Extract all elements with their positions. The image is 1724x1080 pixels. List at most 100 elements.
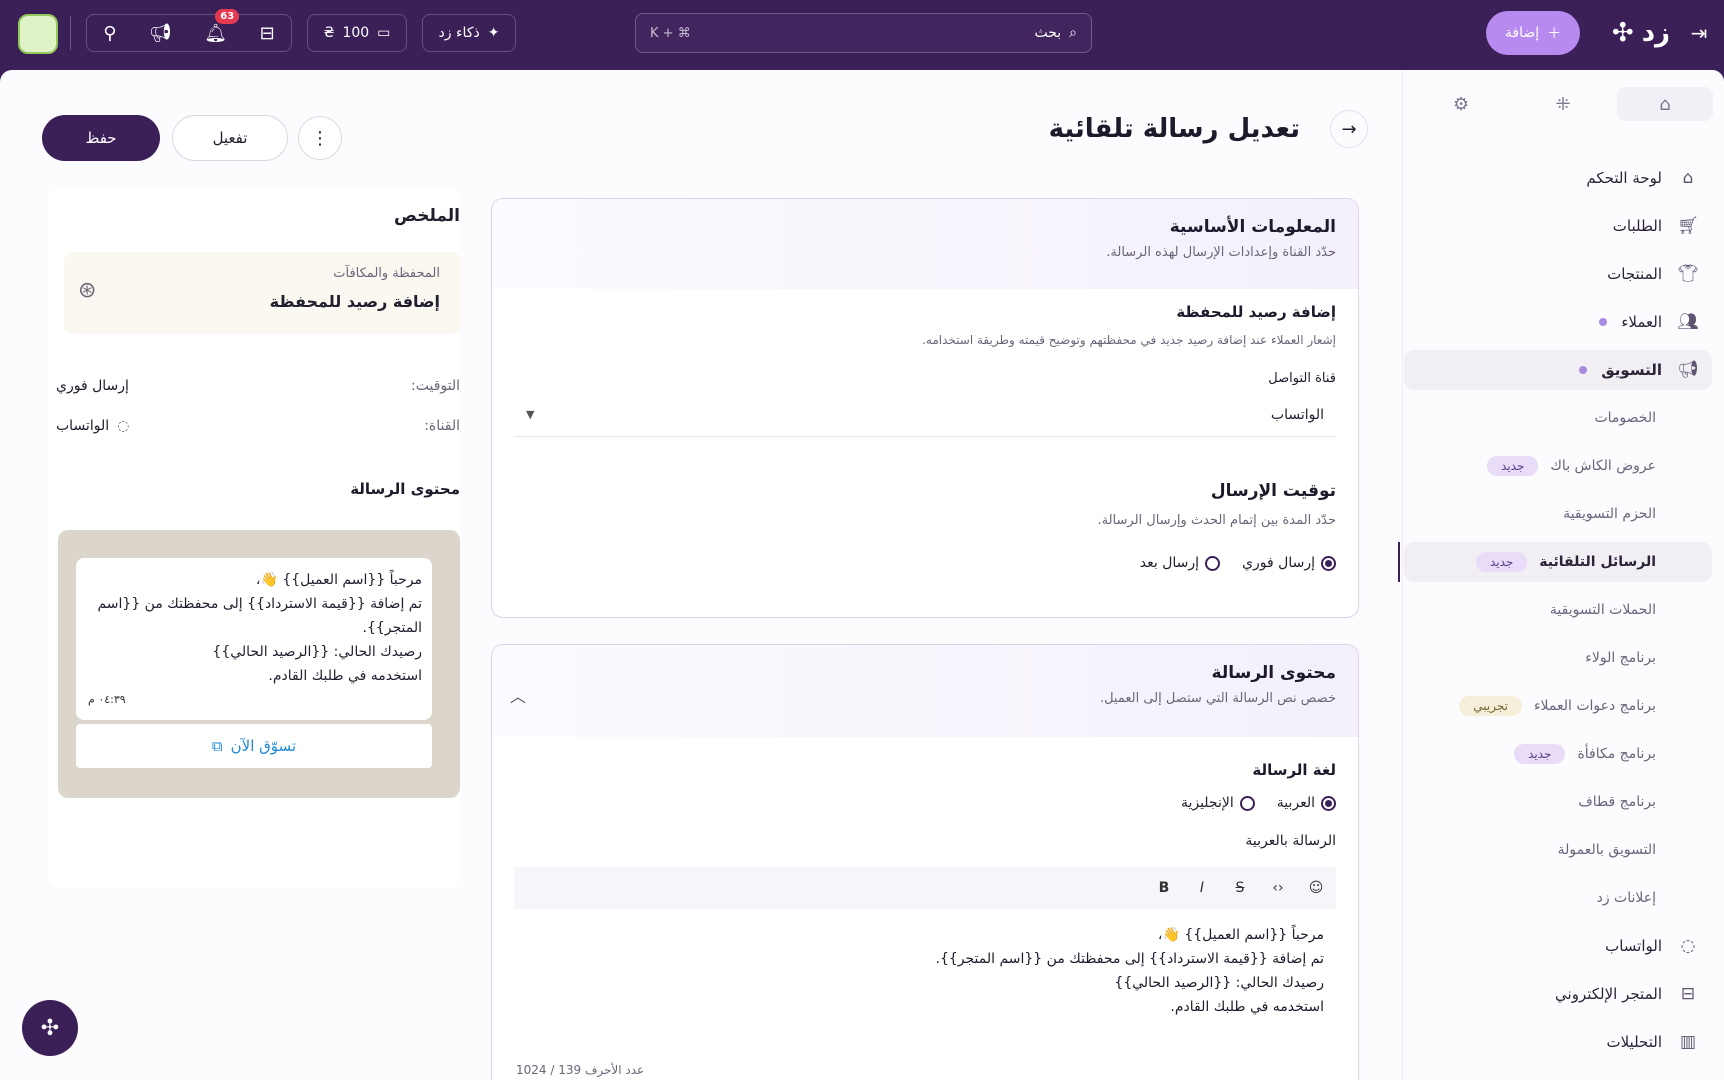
strikethrough-icon[interactable]: S [1230, 880, 1250, 896]
collapse-sidebar-icon[interactable]: ⇥ [1684, 18, 1714, 48]
code-icon[interactable]: ‹› [1268, 880, 1288, 896]
points-button[interactable]: ▭ 100 ₴ [307, 14, 407, 52]
brand[interactable]: زد ✣ [1612, 12, 1670, 54]
sidebar-item-marketing[interactable]: 📢︎ التسويق [1404, 350, 1712, 390]
summary-event: إضافة رصيد للمحفظة [269, 292, 440, 311]
message-arabic-label: الرسالة بالعربية [1245, 833, 1336, 849]
new-badge: جديد [1487, 456, 1539, 476]
sidebar-sub-zid-ads[interactable]: إعلانات زد [1404, 878, 1712, 918]
apps-tab-icon[interactable]: ⁜ [1515, 87, 1611, 121]
add-button[interactable]: ＋ إضافة [1486, 11, 1580, 55]
sidebar-sub-auto-messages[interactable]: الرسائل التلقائية جديد [1398, 542, 1712, 582]
sidebar-sub-rewards[interactable]: برنامج مكافأة جديد [1404, 734, 1712, 774]
sidebar-sub-campaigns[interactable]: الحملات التسويقية [1404, 590, 1712, 630]
sidebar-sub-referrals[interactable]: برنامج دعوات العملاء تجريبي [1404, 686, 1712, 726]
character-counter: عدد الأحرف 139 / 1024 [516, 1063, 645, 1077]
shop-now-button[interactable]: تسوّق الآن ⧉ [76, 724, 432, 768]
sidebar-item-dashboard[interactable]: ⌂ لوحة التحكم [1404, 158, 1712, 198]
megaphone-icon: 📢︎ [1677, 360, 1699, 380]
chevron-up-icon[interactable]: ︿ [510, 683, 526, 707]
sidebar-item-label: العملاء [1621, 313, 1662, 331]
sidebar-item-customers[interactable]: 👥︎ العملاء [1404, 302, 1712, 342]
message-content-card: محتوى الرسالة خصص نص الرسالة التي ستصل إ… [491, 644, 1359, 1080]
add-button-label: إضافة [1504, 25, 1540, 41]
save-button[interactable]: حفظ [42, 115, 160, 161]
points-value: 100 [342, 25, 370, 41]
sidebar-item-online-store[interactable]: ⊟ المتجر الإلكتروني [1404, 974, 1712, 1014]
emoji-icon[interactable]: ☺ [1306, 880, 1326, 896]
home-icon: ⌂ [1682, 168, 1694, 188]
sidebar-item-label: الواتساب [1605, 937, 1662, 955]
sidebar-sub-qitaf[interactable]: برنامج قطاف [1404, 782, 1712, 822]
sidebar-item-products[interactable]: 👕︎ المنتجات [1404, 254, 1712, 294]
sub-item-label: برنامج قطاف [1578, 794, 1656, 810]
sidebar: ⌂ ⁜ ⚙ ⌂ لوحة التحكم 🛒︎ الطلبات 👕︎ المنتج… [1398, 70, 1724, 1080]
top-bar: ⇥ زد ✣ ＋ إضافة ⌕ بحث ⌘ + K ✦ ذكاء زد ▭ 1… [0, 0, 1724, 66]
sidebar-tabs: ⌂ ⁜ ⚙ [1410, 82, 1716, 126]
timing-title: توقيت الإرسال [1210, 481, 1336, 501]
timing-instant-radio[interactable]: إرسال فوري [1242, 555, 1336, 571]
card-header[interactable]: محتوى الرسالة خصص نص الرسالة التي ستصل إ… [492, 645, 1358, 737]
settings-tab-icon[interactable]: ⚙ [1413, 87, 1509, 121]
bold-icon[interactable]: B [1154, 880, 1174, 896]
sub-item-label: برنامج الولاء [1585, 650, 1656, 666]
summary-timing-key: التوقيت: [411, 378, 460, 394]
language-label: لغة الرسالة [1252, 761, 1336, 779]
trial-badge: تجريبي [1459, 696, 1522, 716]
home-tab-icon[interactable]: ⌂ [1617, 87, 1713, 121]
language-english-radio[interactable]: الإنجليزية [1181, 795, 1255, 811]
channel-select[interactable]: الواتساب ▼ [514, 393, 1336, 437]
bell-icon[interactable]: 🔔︎ 63 [204, 8, 240, 44]
radio-unselected-icon [1239, 795, 1255, 811]
page-title: تعديل رسالة تلقائية [1048, 114, 1300, 144]
activate-button[interactable]: تفعيل [172, 115, 288, 161]
sidebar-item-label: المتجر الإلكتروني [1555, 985, 1662, 1003]
radio-unselected-icon [1205, 555, 1221, 571]
summary-timing-value: إرسال فوري [56, 378, 129, 394]
sidebar-item-orders[interactable]: 🛒︎ الطلبات [1404, 206, 1712, 246]
users-icon: 👥︎ [1677, 312, 1699, 332]
summary-panel: الملخص المحفظة والمكافآت إضافة رصيد للمح… [48, 188, 460, 888]
sidebar-item-label: لوحة التحكم [1586, 169, 1662, 187]
summary-channel-key: القناة: [424, 418, 460, 434]
sidebar-sub-loyalty[interactable]: برنامج الولاء [1404, 638, 1712, 678]
sidebar-item-whatsapp[interactable]: ◌ الواتساب [1404, 926, 1712, 966]
sidebar-item-label: المنتجات [1607, 265, 1662, 283]
timing-later-radio[interactable]: إرسال بعد [1139, 555, 1221, 571]
zid-assistant-icon[interactable]: ✣ [22, 1000, 78, 1056]
more-options-icon[interactable]: ⋮ [298, 116, 342, 160]
message-editor[interactable]: مرحباً {{اسم العميل}} 👋، تم إضافة {{قيمة… [936, 923, 1324, 1019]
card-subtitle: حدّد القناة وإعدادات الإرسال لهذه الرسال… [1106, 245, 1336, 260]
sidebar-sub-cashback[interactable]: عروض الكاش باك جديد [1404, 446, 1712, 486]
sidebar-sub-bundles[interactable]: الحزم التسويقية [1404, 494, 1712, 534]
language-arabic-radio[interactable]: العربية [1277, 795, 1336, 811]
cart-icon: 🛒︎ [1677, 216, 1699, 236]
sidebar-sub-discounts[interactable]: الخصومات [1404, 398, 1712, 438]
sidebar-item-analytics[interactable]: ▥ التحليلات [1404, 1022, 1712, 1062]
sidebar-sub-affiliate[interactable]: التسويق بالعمولة [1404, 830, 1712, 870]
timing-value-text: إرسال فوري [56, 378, 129, 394]
store-icon: ⊟ [1680, 984, 1696, 1004]
back-arrow-icon[interactable]: → [1330, 110, 1368, 148]
preview-line: استخدمه في طلبك القادم. [268, 668, 422, 684]
summary-event-box: المحفظة والمكافآت إضافة رصيد للمحفظة ⊛ [64, 252, 460, 334]
sub-item-label: الحزم التسويقية [1563, 506, 1656, 522]
search-input[interactable]: ⌕ بحث ⌘ + K [635, 13, 1092, 53]
preview-time: ٠٤:٣٩ م [88, 693, 126, 706]
summary-channel-value: ◌ الواتساب [56, 418, 129, 434]
radio-label: إرسال بعد [1139, 555, 1200, 571]
whatsapp-icon: ◌ [117, 418, 130, 434]
channel-value: الواتساب [1270, 406, 1324, 423]
divider [70, 16, 71, 50]
store-logo[interactable] [18, 14, 58, 54]
pin-icon[interactable]: ⚲ [103, 23, 116, 44]
chart-icon: ▥ [1679, 1032, 1697, 1052]
announcement-icon[interactable]: 📢︎ [149, 23, 172, 44]
store-front-icon[interactable]: ⊟ [260, 23, 275, 44]
italic-icon[interactable]: I [1192, 880, 1212, 896]
zid-ai-button[interactable]: ✦ ذكاء زد [422, 14, 516, 52]
search-icon: ⌕ [1069, 25, 1077, 41]
whatsapp-preview: مرحباً {{اسم العميل}} 👋، تم إضافة {{قيمة… [58, 530, 460, 798]
editor-toolbar: ☺ ‹› S I B [514, 867, 1336, 909]
search-shortcut: ⌘ + K [650, 25, 691, 41]
